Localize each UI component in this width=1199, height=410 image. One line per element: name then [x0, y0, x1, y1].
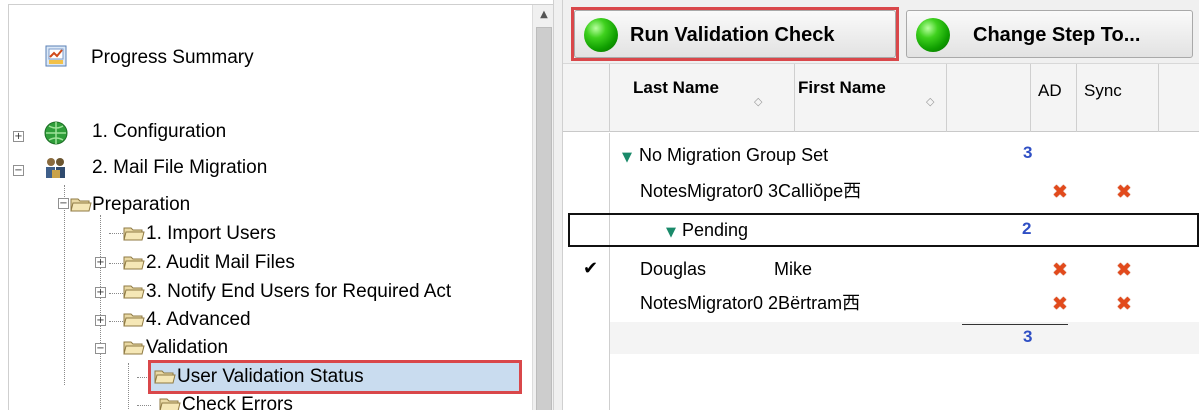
table-row[interactable]: NotesMigrator0 2Bërtram西 ✖ ✖ [610, 286, 1199, 320]
change-step-to-label: Change Step To... [973, 24, 1141, 46]
audit-mail-files-label[interactable]: 2. Audit Mail Files [146, 252, 295, 274]
sort-icon[interactable]: ◇ [926, 95, 934, 108]
folder-open-icon [123, 313, 145, 327]
group-count: 2 [1022, 219, 1032, 238]
audit-mail-files-expander[interactable]: + [95, 257, 106, 268]
preparation-expander[interactable]: − [58, 198, 69, 209]
change-step-to-button[interactable]: Change Step To... [906, 10, 1193, 58]
validation-expander[interactable]: − [95, 343, 106, 354]
sync-error-icon: ✖ [1116, 181, 1132, 203]
notify-end-users-expander[interactable]: + [95, 287, 106, 298]
folder-open-icon [123, 256, 145, 270]
last-name-header-label: Last Name [633, 78, 719, 97]
header-indicator-cell [563, 64, 610, 132]
column-header-sync[interactable]: Sync [1077, 64, 1159, 132]
folder-open-icon [123, 285, 145, 299]
import-users-label[interactable]: 1. Import Users [146, 223, 276, 245]
group-no-migration-label: No Migration Group Set [639, 145, 829, 165]
table-row[interactable]: Douglas Mike ✖ ✖ [610, 251, 1199, 285]
user-validation-status-highlight [148, 360, 522, 394]
folder-open-icon [123, 341, 145, 355]
ad-error-icon: ✖ [1052, 259, 1068, 281]
user-name-cell: NotesMigrator0 3Calliŏpe西 [640, 181, 862, 201]
toolbar: Run Validation Check Change Step To... [563, 0, 1199, 64]
group-row-no-migration[interactable]: ▼ No Migration Group Set 3 [610, 138, 1199, 172]
column-header-ad[interactable]: AD [1031, 64, 1077, 132]
user-name-cell: NotesMigrator0 2Bërtram西 [640, 293, 861, 313]
first-name-header-label: First Name [798, 78, 886, 97]
grid-header: Last Name ◇ First Name ◇ AD Sync [563, 64, 1199, 132]
last-name-cell: Douglas [640, 259, 707, 279]
green-status-icon [916, 18, 950, 52]
column-header-last-name[interactable]: Last Name ◇ [610, 64, 795, 132]
total-count: 3 [1023, 327, 1033, 346]
total-row: 3 [610, 322, 1199, 354]
run-validation-check-highlight [571, 7, 899, 61]
configuration-label[interactable]: 1. Configuration [92, 121, 226, 143]
panel-splitter[interactable] [553, 0, 563, 410]
globe-icon [44, 121, 68, 145]
grid-body: ▼ No Migration Group Set 3 NotesMigrator… [563, 133, 1199, 410]
group-pending-label: Pending [682, 220, 749, 240]
scroll-up-arrow-icon[interactable]: ▲ [533, 5, 553, 25]
group-expanded-icon[interactable]: ▼ [666, 219, 676, 244]
ad-header-label: AD [1038, 81, 1062, 100]
advanced-expander[interactable]: + [95, 315, 106, 326]
group-count: 3 [1023, 143, 1033, 162]
group-expanded-icon[interactable]: ▼ [622, 144, 632, 169]
table-row[interactable]: NotesMigrator0 3Calliŏpe西 ✖ ✖ [610, 174, 1199, 208]
users-group-icon [46, 158, 65, 178]
advanced-label[interactable]: 4. Advanced [146, 309, 251, 331]
ad-error-icon: ✖ [1052, 293, 1068, 315]
column-header-blank[interactable] [947, 64, 1031, 132]
validation-grid-panel: Run Validation Check Change Step To... L… [563, 0, 1199, 410]
progress-summary-icon [45, 45, 67, 67]
validation-label[interactable]: Validation [146, 337, 228, 359]
mail-file-migration-label[interactable]: 2. Mail File Migration [92, 157, 267, 179]
sync-error-icon: ✖ [1116, 259, 1132, 281]
mail-file-migration-expander[interactable]: − [13, 165, 24, 176]
column-header-extra[interactable] [1159, 64, 1199, 132]
preparation-label[interactable]: Preparation [92, 194, 190, 216]
progress-summary-item[interactable]: Progress Summary [39, 43, 339, 73]
sync-error-icon: ✖ [1116, 293, 1132, 315]
notify-end-users-label[interactable]: 3. Notify End Users for Required Act [146, 281, 451, 303]
scrollbar-thumb[interactable] [536, 27, 552, 410]
tree-scrollbar[interactable]: ▲ [532, 5, 553, 410]
total-separator-line [962, 324, 1068, 325]
column-header-first-name[interactable]: First Name ◇ [795, 64, 947, 132]
sync-header-label: Sync [1084, 81, 1122, 100]
first-name-cell: Mike [774, 259, 813, 279]
folder-open-icon [70, 198, 92, 212]
folder-open-icon [159, 398, 181, 410]
ad-error-icon: ✖ [1052, 181, 1068, 203]
row-check-icon: ✔ [583, 258, 599, 279]
sort-icon[interactable]: ◇ [754, 95, 762, 108]
progress-summary-label: Progress Summary [91, 47, 254, 68]
folder-open-icon [123, 227, 145, 241]
configuration-expander[interactable]: + [13, 131, 24, 142]
check-errors-label[interactable]: Check Errors [182, 394, 293, 410]
group-row-pending[interactable]: ▼ Pending 2 [568, 213, 1199, 247]
navigation-tree: Progress Summary + 1. Configuration − 2.… [8, 4, 553, 410]
